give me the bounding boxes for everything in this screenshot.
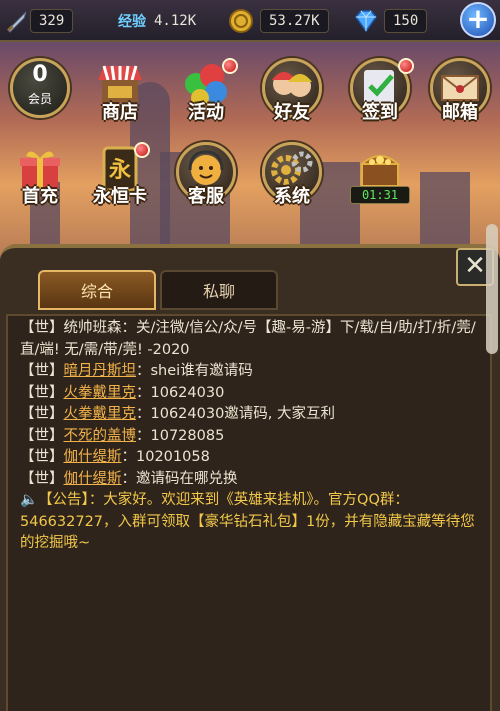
chat-message-text: shei谁有邀请码 (150, 363, 253, 379)
chat-message-text: 10728085 (150, 427, 225, 444)
diamond-icon (352, 8, 380, 34)
chat-message: 【世】伽什缇斯：10201058 (20, 449, 210, 465)
forever-card-label: 永恒卡 (93, 186, 147, 207)
chat-message: 【世】火拳戴里克：10624030 (20, 384, 225, 401)
first-recharge-label: 首充 (22, 186, 58, 207)
combat-power-value: 329 (30, 9, 74, 33)
checkin-label: 签到 (362, 102, 398, 123)
add-currency-button[interactable]: + (460, 2, 496, 38)
activity-button[interactable]: 活动 (170, 56, 242, 128)
tab-private-chat[interactable]: 私聊 (160, 270, 278, 310)
chat-message-text: 10201058 (136, 449, 210, 465)
gold-value: 53.27K (260, 9, 329, 33)
announcement-message: 🔈【公告】：大家好。欢迎来到《英雄来挂机》。官方QQ群：546632727，入群… (20, 490, 480, 555)
vip-label: 会员 (27, 92, 52, 106)
chat-message: 【世】统帅班森：关/注微/信公/众/号【趣-易-游】下/载/自/助/打/折/莞/… (20, 320, 476, 358)
gem-stat: 150 (352, 6, 428, 36)
forever-card-notification-dot (134, 142, 150, 158)
tab-all-chat[interactable]: 综合 (38, 270, 156, 310)
checkin-notification-dot (398, 58, 414, 74)
exp-label: 经验 (118, 14, 146, 30)
top-stat-bar: 329 经验 4.12K 53.27K 150 + (0, 0, 500, 42)
announcement-tag: 【公告】 (38, 492, 89, 508)
mail-label: 邮箱 (442, 102, 478, 123)
customer-service-button[interactable]: 客服 (170, 140, 242, 212)
vip-level: 0 (32, 62, 48, 87)
gold-stat: 53.27K (228, 6, 329, 36)
chat-message: 【世】火拳戴里克：10624030邀请码, 大家互利 (20, 406, 336, 422)
first-recharge-button[interactable]: 首充 (4, 140, 76, 212)
gem-value: 150 (384, 9, 428, 33)
chest-timer: 01:31 (350, 186, 410, 204)
shop-label: 商店 (102, 102, 138, 123)
activity-notification-dot (222, 58, 238, 74)
chat-message: 【世】伽什缇斯：邀请码在哪兑换 (20, 470, 238, 487)
announcement-text: ：大家好。欢迎来到《英雄来挂机》。官方QQ群：546632727，入群可领取【豪… (20, 492, 475, 551)
chat-username[interactable]: 伽什缇斯 (64, 471, 122, 487)
chat-username[interactable]: 伽什缇斯 (64, 449, 122, 465)
chat-username: 统帅班森 (63, 320, 122, 336)
combat-power-stat: 329 (4, 6, 74, 36)
exp-value: 4.12K (154, 13, 197, 29)
customer-service-label: 客服 (188, 186, 224, 207)
chat-message: 【世】不死的盖博：10728085 (20, 427, 225, 444)
treasure-chest-button[interactable]: 01:31 (344, 140, 416, 212)
vip-button[interactable]: 0 会员 (4, 56, 76, 128)
mail-button[interactable]: 邮箱 (424, 56, 496, 128)
chat-log: 【世】统帅班森：关/注微/信公/众/号【趣-易-游】下/载/自/助/打/折/莞/… (20, 318, 480, 555)
speaker-icon: 🔈 (20, 492, 39, 508)
friends-label: 好友 (274, 102, 310, 123)
chat-message-text: 10624030 (150, 384, 225, 401)
chat-username[interactable]: 火拳戴里克 (64, 406, 137, 422)
chat-username[interactable]: 暗月丹斯坦 (64, 363, 137, 379)
activity-label: 活动 (188, 102, 224, 123)
chat-username[interactable]: 火拳戴里克 (64, 385, 137, 401)
chat-message-text: 10624030邀请码, 大家互利 (150, 406, 336, 422)
system-button[interactable]: 系统 (256, 140, 328, 212)
scrollbar[interactable] (486, 224, 498, 354)
forever-card-button[interactable]: 永 永恒卡 (84, 140, 156, 212)
shop-button[interactable]: 商店 (84, 56, 156, 128)
chat-username[interactable]: 不死的盖博 (64, 428, 137, 444)
chat-message-text: 邀请码在哪兑换 (136, 470, 238, 487)
sword-icon (4, 8, 30, 34)
system-label: 系统 (274, 186, 310, 207)
chat-message: 【世】暗月丹斯坦：shei谁有邀请码 (20, 363, 253, 379)
gold-coin-icon (228, 8, 254, 34)
friends-button[interactable]: 好友 (256, 56, 328, 128)
exp-stat: 经验 4.12K (118, 6, 196, 36)
checkin-button[interactable]: 签到 (344, 56, 416, 128)
